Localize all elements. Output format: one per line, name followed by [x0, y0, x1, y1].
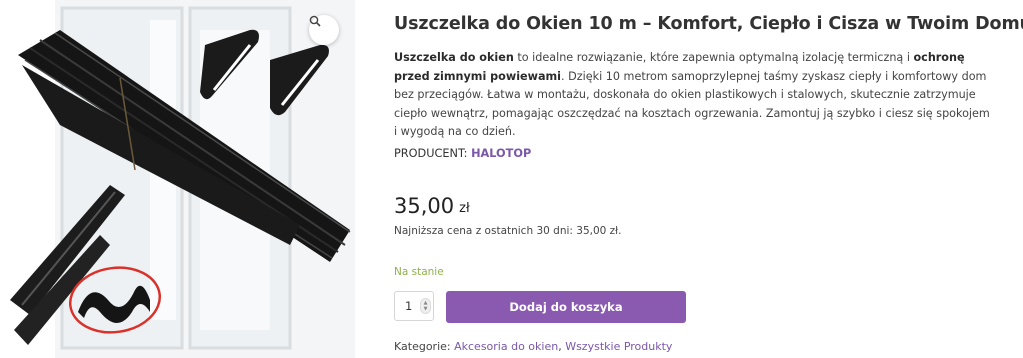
quantity-spin-icon[interactable]: ▲ ▼ [420, 298, 431, 314]
producer-row: PRODUCENT: HALOTOP [394, 147, 531, 160]
categories-row: Kategorie: Akcesoria do okien, Wszystkie… [394, 340, 672, 353]
product-title: Uszczelka do Okien 10 m – Komfort, Ciepł… [394, 14, 1023, 34]
category-link-all-products[interactable]: Wszystkie Produkty [565, 340, 672, 353]
price-value: 35,00 [394, 194, 455, 218]
producer-label: PRODUCENT: [394, 147, 468, 160]
categories-label: Kategorie: [394, 340, 451, 353]
category-link-accessories[interactable]: Akcesoria do okien [454, 340, 558, 353]
description-text-1: to idealne rozwiązanie, które zapewnia o… [513, 51, 914, 64]
product-description: Uszczelka do okien to idealne rozwiązani… [394, 49, 994, 142]
product-price: 35,00 zł [394, 194, 470, 218]
stock-status: Na stanie [394, 266, 444, 278]
quantity-value[interactable]: 1 [405, 299, 415, 313]
product-image [10, 0, 355, 358]
description-bold-1: Uszczelka do okien [394, 51, 514, 64]
producer-link[interactable]: HALOTOP [471, 147, 531, 160]
product-gallery[interactable] [0, 0, 357, 358]
quantity-stepper[interactable]: 1 ▲ ▼ [394, 291, 434, 321]
add-to-cart-button[interactable]: Dodaj do koszyka [446, 291, 686, 323]
zoom-button[interactable] [309, 15, 339, 45]
lowest-price-note: Najniższa cena z ostatnich 30 dni: 35,00… [394, 225, 622, 237]
price-currency: zł [459, 201, 470, 216]
